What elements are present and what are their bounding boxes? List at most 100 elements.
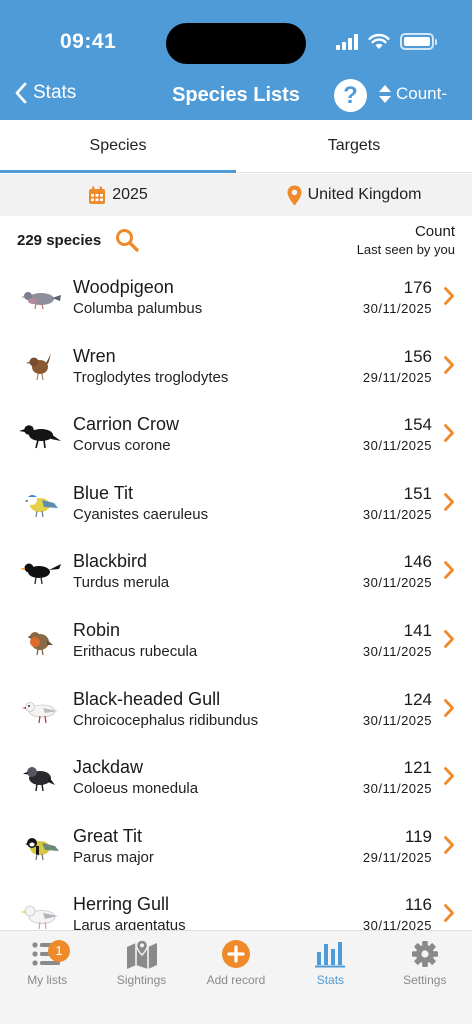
location-pin-icon <box>287 185 302 205</box>
species-row[interactable]: Blackbird Turdus merula 146 30/11/2025 <box>0 538 472 607</box>
species-count-value: 154 <box>403 415 432 435</box>
species-row[interactable]: Blue Tit Cyanistes caeruleus 151 30/11/2… <box>0 470 472 539</box>
species-common-name: Robin <box>73 619 121 640</box>
species-common-name: Jackdaw <box>73 757 144 778</box>
filter-bar: 2025 United Kingdom <box>0 174 472 216</box>
species-last-seen: 30/11/2025 <box>362 781 432 797</box>
chevron-left-icon <box>15 82 27 104</box>
header-bar: 09:41 Stats Species Lists ? Count- <box>0 0 472 120</box>
species-stats: 116 30/11/2025 <box>363 895 432 930</box>
species-common-name: Carrion Crow <box>73 414 180 435</box>
species-names: Blue Tit Cyanistes caeruleus <box>73 483 208 523</box>
species-names: Blackbird Turdus merula <box>73 551 169 591</box>
species-common-name: Wren <box>73 345 116 366</box>
status-icons <box>336 33 437 50</box>
species-stats: 121 30/11/2025 <box>363 758 432 796</box>
species-stats: 141 30/11/2025 <box>363 621 432 659</box>
sort-label: Count- <box>396 84 448 103</box>
carrion-crow-icon <box>19 425 61 449</box>
species-row[interactable]: Woodpigeon Columba palumbus 176 30/11/20… <box>0 264 472 333</box>
species-latin-name: Troglodytes troglodytes <box>73 368 229 386</box>
tab-sightings[interactable]: Sightings <box>94 931 188 1024</box>
species-row[interactable]: Herring Gull Larus argentatus 116 30/11/… <box>0 881 472 930</box>
herring-gull-icon <box>20 905 58 930</box>
status-time: 09:41 <box>60 30 117 53</box>
tab-add-record[interactable]: Add record <box>189 931 283 1024</box>
tab-my-lists[interactable]: 1 My lists <box>0 931 94 1024</box>
tab-targets[interactable]: Targets <box>236 120 472 172</box>
year-filter[interactable]: 2025 <box>0 174 236 216</box>
species-names: Wren Troglodytes troglodytes <box>73 346 228 386</box>
blue-tit-icon <box>25 494 58 517</box>
woodpigeon-icon <box>21 292 61 310</box>
column-last-seen-label: Last seen by you <box>356 242 455 257</box>
chevron-right-icon <box>444 630 454 648</box>
species-row[interactable]: Wren Troglodytes troglodytes 156 29/11/2… <box>0 333 472 402</box>
help-button[interactable]: ? <box>334 79 367 112</box>
species-count-value: 116 <box>404 895 432 915</box>
bar-chart-icon <box>315 942 346 968</box>
column-header: Count Last seen by you <box>357 223 455 257</box>
chevron-right-icon <box>444 287 454 305</box>
species-count-value: 146 <box>403 552 432 572</box>
robin-icon <box>27 631 53 656</box>
species-row[interactable]: Black-headed Gull Chroicocephalus ridibu… <box>0 676 472 745</box>
species-row[interactable]: Great Tit Parus major 119 29/11/2025 <box>0 813 472 882</box>
cellular-signal-icon <box>336 33 358 50</box>
region-value: United Kingdom <box>307 186 422 203</box>
species-stats: 146 30/11/2025 <box>363 552 432 590</box>
species-last-seen: 30/11/2025 <box>362 575 432 591</box>
species-latin-name: Columba palumbus <box>73 300 203 317</box>
chevron-right-icon <box>444 767 454 786</box>
great-tit-icon <box>25 837 59 860</box>
species-stats: 151 30/11/2025 <box>363 484 432 522</box>
chevron-right-icon <box>444 424 454 443</box>
species-latin-name: Erithacus rubecula <box>73 642 198 660</box>
column-count-label: Count <box>414 223 455 240</box>
jackdaw-icon <box>23 767 55 792</box>
tab-my-lists-label: My lists <box>27 973 68 987</box>
add-circle-icon <box>221 940 250 968</box>
back-label: Stats <box>33 82 77 103</box>
chevron-right-icon <box>444 904 454 923</box>
black-headed-gull-icon <box>22 701 58 723</box>
species-common-name: Blue Tit <box>73 482 134 503</box>
chevron-right-icon <box>444 561 454 580</box>
species-common-name: Black-headed Gull <box>73 688 221 709</box>
species-common-name: Woodpigeon <box>73 277 174 297</box>
species-latin-name: Corvus corone <box>73 437 171 455</box>
species-last-seen: 29/11/2025 <box>362 849 432 865</box>
species-last-seen: 30/11/2025 <box>362 712 432 728</box>
segment-tabs: Species Targets <box>0 120 472 173</box>
blackbird-icon <box>20 563 61 585</box>
species-list: Woodpigeon Columba palumbus 176 30/11/20… <box>0 264 472 930</box>
wifi-icon <box>368 33 390 49</box>
species-common-name: Great Tit <box>73 825 143 846</box>
back-button[interactable]: Stats <box>14 82 76 104</box>
tab-stats[interactable]: Stats <box>283 931 377 1024</box>
chevron-right-icon <box>444 698 454 717</box>
species-last-seen: 30/11/2025 <box>362 438 432 454</box>
species-latin-name: Cyanistes caeruleus <box>73 505 209 523</box>
species-row[interactable]: Jackdaw Coloeus monedula 121 30/11/2025 <box>0 744 472 813</box>
species-row[interactable]: Robin Erithacus rubecula 141 30/11/2025 <box>0 607 472 676</box>
species-common-name: Herring Gull <box>73 894 170 915</box>
species-stats: 176 30/11/2025 <box>363 278 432 316</box>
species-count-value: 156 <box>403 346 432 366</box>
species-stats: 124 30/11/2025 <box>363 690 432 728</box>
search-icon[interactable] <box>115 228 139 252</box>
species-row[interactable]: Carrion Crow Corvus corone 154 30/11/202… <box>0 401 472 470</box>
species-last-seen: 30/11/2025 <box>362 918 432 930</box>
list-summary: 229 species Count Last seen by you <box>0 216 472 264</box>
tab-settings[interactable]: Settings <box>378 931 472 1024</box>
region-filter[interactable]: United Kingdom <box>236 174 472 216</box>
chevron-right-icon <box>444 355 454 374</box>
sort-button[interactable]: Count- <box>378 84 447 104</box>
species-stats: 154 30/11/2025 <box>363 415 432 453</box>
species-names: Jackdaw Coloeus monedula <box>73 757 198 797</box>
species-last-seen: 30/11/2025 <box>362 301 432 316</box>
tab-species[interactable]: Species <box>0 120 236 173</box>
year-value: 2025 <box>112 186 148 203</box>
calendar-icon <box>89 186 106 204</box>
species-count: 229 species <box>17 232 102 249</box>
